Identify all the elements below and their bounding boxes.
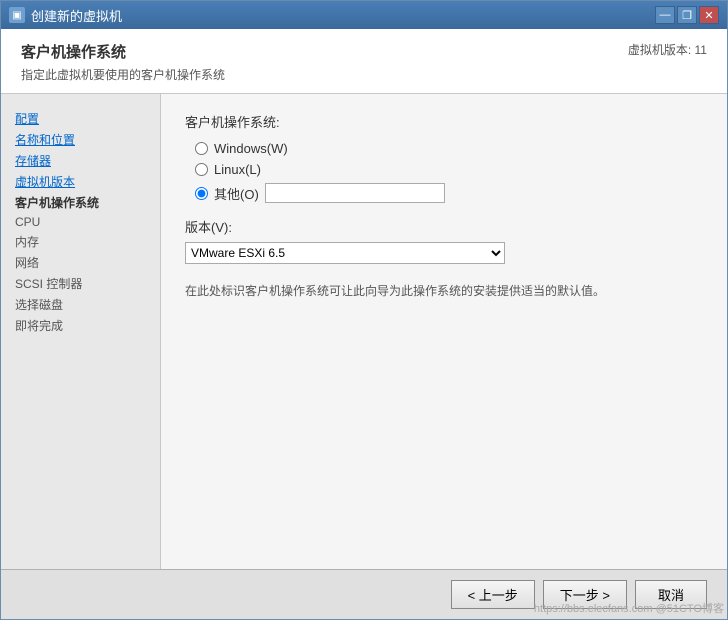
radio-other-label[interactable]: 其他(O)	[214, 184, 259, 203]
radio-linux[interactable]	[195, 163, 208, 176]
info-text: 在此处标识客户机操作系统可让此向导为此操作系统的安装提供适当的默认值。	[185, 282, 703, 300]
version-dropdown[interactable]: VMware ESXi 6.5 VMware ESXi 6.0 VMware E…	[185, 242, 505, 264]
version-label: 版本(V):	[185, 217, 703, 236]
sidebar-item-vmversion[interactable]: 虚拟机版本	[15, 171, 160, 192]
sidebar-item-scsi: SCSI 控制器	[15, 273, 160, 294]
sidebar-item-memory: 内存	[15, 231, 160, 252]
sidebar-item-name[interactable]: 名称和位置	[15, 129, 160, 150]
version-select-row: VMware ESXi 6.5 VMware ESXi 6.0 VMware E…	[185, 242, 703, 264]
radio-other[interactable]	[195, 187, 208, 200]
window-controls: — ❐ ✕	[655, 6, 719, 24]
watermark: https://bbs.elecfans.com @51CTO博客	[534, 600, 724, 616]
sidebar-item-guestos: 客户机操作系统	[15, 192, 160, 213]
titlebar: ▣ 创建新的虚拟机 — ❐ ✕	[1, 1, 727, 29]
header-left: 客户机操作系统 指定此虚拟机要使用的客户机操作系统	[21, 41, 225, 83]
os-radio-group: Windows(W) Linux(L) 其他(O)	[195, 141, 703, 203]
window-title: 创建新的虚拟机	[31, 6, 655, 25]
sidebar-item-network: 网络	[15, 252, 160, 273]
sidebar-item-disk: 选择磁盘	[15, 294, 160, 315]
radio-linux-label[interactable]: Linux(L)	[214, 162, 261, 177]
radio-other-row: 其他(O)	[195, 183, 703, 203]
radio-windows-label[interactable]: Windows(W)	[214, 141, 288, 156]
sidebar-item-storage[interactable]: 存储器	[15, 150, 160, 171]
wizard-header: 客户机操作系统 指定此虚拟机要使用的客户机操作系统 虚拟机版本: 11	[1, 29, 727, 94]
other-os-input[interactable]	[265, 183, 445, 203]
sidebar-item-finish: 即将完成	[15, 315, 160, 336]
wizard-body: 配置 名称和位置 存储器 虚拟机版本 客户机操作系统 CPU 内存 网络 SCS…	[1, 94, 727, 569]
page-subtitle: 指定此虚拟机要使用的客户机操作系统	[21, 66, 225, 83]
prev-button[interactable]: < 上一步	[451, 580, 535, 609]
version-section: 版本(V): VMware ESXi 6.5 VMware ESXi 6.0 V…	[185, 217, 703, 264]
close-button[interactable]: ✕	[699, 6, 719, 24]
page-title: 客户机操作系统	[21, 41, 225, 62]
app-icon: ▣	[9, 7, 25, 23]
radio-windows[interactable]	[195, 142, 208, 155]
sidebar-item-config[interactable]: 配置	[15, 108, 160, 129]
version-info: 虚拟机版本: 11	[628, 41, 707, 58]
main-panel: 客户机操作系统: Windows(W) Linux(L) 其他(O) 版本(V)…	[161, 94, 727, 569]
sidebar-item-cpu: CPU	[15, 213, 160, 231]
os-section-label: 客户机操作系统:	[185, 112, 703, 131]
maximize-button[interactable]: ❐	[677, 6, 697, 24]
main-window: ▣ 创建新的虚拟机 — ❐ ✕ 客户机操作系统 指定此虚拟机要使用的客户机操作系…	[0, 0, 728, 620]
radio-linux-row: Linux(L)	[195, 162, 703, 177]
sidebar: 配置 名称和位置 存储器 虚拟机版本 客户机操作系统 CPU 内存 网络 SCS…	[1, 94, 161, 569]
radio-windows-row: Windows(W)	[195, 141, 703, 156]
minimize-button[interactable]: —	[655, 6, 675, 24]
